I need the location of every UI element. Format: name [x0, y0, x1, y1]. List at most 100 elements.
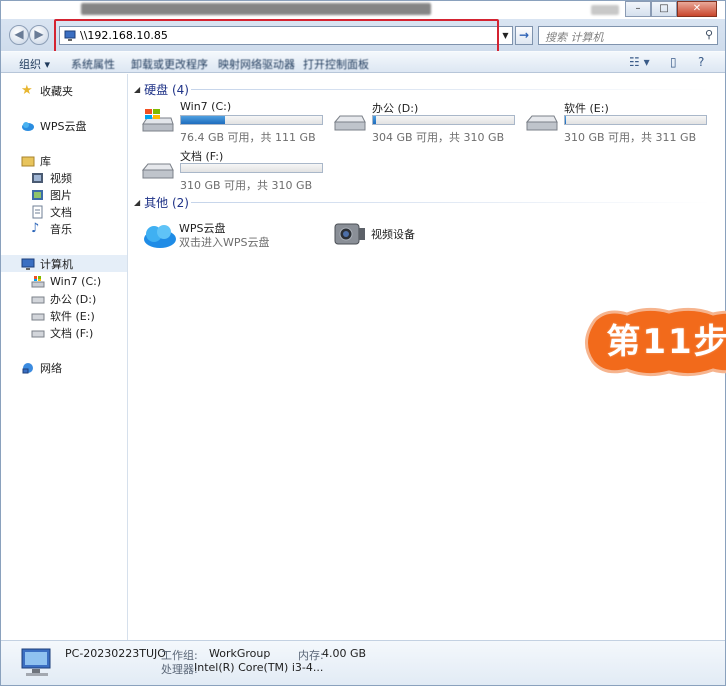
details-pane: PC-20230223TUJO 工作组: WorkGroup 内存: 4.00 … — [1, 640, 725, 685]
drive-name: 文档 (F:) — [180, 150, 224, 163]
system-drive-icon — [142, 109, 174, 132]
group-title: 硬盘 (4) — [144, 83, 189, 97]
search-icon[interactable]: ⚲ — [705, 28, 713, 41]
sidebar-item-label: 计算机 — [40, 257, 73, 271]
group-divider — [191, 202, 711, 203]
document-library-icon — [31, 205, 45, 219]
sidebar-item-drive-f[interactable]: 文档 (F:) — [31, 324, 93, 341]
sidebar-item-computer[interactable]: 计算机 — [1, 255, 127, 272]
search-placeholder: 搜索 计算机 — [545, 31, 604, 44]
drive-free-space: 310 GB 可用，共 310 GB — [180, 179, 313, 192]
sidebar-item-label: 文档 (F:) — [50, 326, 94, 340]
close-button[interactable]: ✕ — [677, 1, 717, 17]
system-properties-button[interactable]: 系统属性 — [71, 56, 115, 72]
collapse-triangle-icon[interactable]: ◢ — [134, 85, 140, 94]
hard-drive-icon — [31, 326, 45, 340]
drive-free-space: 310 GB 可用，共 311 GB — [564, 131, 697, 144]
sidebar-item-music[interactable]: ♪ 音乐 — [31, 220, 72, 237]
sidebar-item-drive-c[interactable]: Win7 (C:) — [31, 273, 101, 290]
other-header[interactable]: ◢ 其他 (2) — [134, 194, 189, 211]
sidebar-item-videos[interactable]: 视频 — [31, 169, 72, 186]
drive-usage-bar — [180, 163, 323, 173]
sidebar-item-label: 办公 (D:) — [50, 292, 97, 306]
sidebar-item-label: WPS云盘 — [40, 119, 87, 133]
minimize-button[interactable]: – — [625, 1, 651, 17]
search-input[interactable]: 搜索 计算机 ⚲ — [538, 26, 718, 45]
video-library-icon — [31, 171, 45, 185]
cpu-value: Intel(R) Core(TM) i3-4... — [194, 661, 324, 674]
sidebar-item-label: 视频 — [50, 171, 72, 185]
drive-usage-fill — [373, 116, 376, 124]
address-bar[interactable]: \\192.168.10.85 ▼ — [59, 26, 513, 45]
cloud-icon — [21, 119, 35, 133]
drive-tile-c[interactable]: Win7 (C:) 76.4 GB 可用，共 111 GB — [141, 100, 331, 144]
drive-usage-bar — [372, 115, 515, 125]
computer-icon — [21, 257, 35, 271]
hard-drive-icon — [31, 292, 45, 306]
control-panel-button[interactable]: 打开控制面板 — [303, 56, 369, 72]
drive-tile-d[interactable]: 办公 (D:) 304 GB 可用，共 310 GB — [333, 100, 523, 144]
cpu-label: 处理器: — [161, 663, 198, 676]
sidebar-item-label: 文档 — [50, 205, 72, 219]
hard-disks-header[interactable]: ◢ 硬盘 (4) — [134, 81, 189, 98]
sidebar-item-label: 库 — [40, 154, 51, 168]
video-device-item[interactable]: 视频设备 — [333, 218, 453, 254]
drive-name: 软件 (E:) — [564, 102, 609, 115]
forward-button[interactable]: ▶ — [29, 25, 49, 45]
drive-free-space: 304 GB 可用，共 310 GB — [372, 131, 505, 144]
sidebar-item-drive-d[interactable]: 办公 (D:) — [31, 290, 96, 307]
workgroup-value: WorkGroup — [209, 647, 271, 660]
sidebar-item-network[interactable]: 网络 — [21, 359, 62, 376]
cloud-icon — [144, 225, 176, 248]
sidebar-item-label: 收藏夹 — [40, 84, 73, 98]
step-label: 第11步 — [606, 322, 726, 362]
uninstall-button[interactable]: 卸载或更改程序 — [131, 56, 208, 72]
view-options-icon[interactable]: ☷ ▾ — [629, 55, 650, 69]
drive-usage-fill — [181, 116, 225, 124]
item-description: 双击进入WPS云盘 — [179, 236, 270, 249]
network-computer-icon — [64, 30, 76, 41]
sidebar-item-favorites[interactable]: ★ 收藏夹 — [21, 82, 73, 99]
command-toolbar: 组织 ▾ 系统属性 卸载或更改程序 映射网络驱动器 打开控制面板 ☷ ▾ ▯ ? — [1, 51, 725, 73]
navigation-pane: ★ 收藏夹 WPS云盘 库 视频 图片 文档 ♪ 音乐 计算机 Win7 (C:… — [1, 74, 128, 640]
drive-tile-e[interactable]: 软件 (E:) 310 GB 可用，共 311 GB — [525, 100, 715, 144]
drive-name: Win7 (C:) — [180, 100, 232, 113]
hard-drive-icon — [141, 163, 174, 179]
sidebar-item-documents[interactable]: 文档 — [31, 203, 72, 220]
sidebar-item-pictures[interactable]: 图片 — [31, 186, 72, 203]
collapse-triangle-icon[interactable]: ◢ — [134, 198, 140, 207]
organize-button[interactable]: 组织 ▾ — [19, 56, 50, 72]
star-icon: ★ — [21, 82, 33, 98]
drive-tile-f[interactable]: 文档 (F:) 310 GB 可用，共 310 GB — [141, 148, 331, 192]
address-path[interactable]: \\192.168.10.85 — [80, 29, 168, 42]
maximize-button[interactable]: □ — [651, 1, 677, 17]
library-icon — [21, 154, 35, 168]
content-pane: ◢ 硬盘 (4) Win7 (C:) 76.4 GB 可用，共 111 GB 办… — [129, 74, 726, 640]
blurred-item — [591, 5, 619, 15]
step-badge: 第11步 — [577, 306, 726, 378]
memory-value: 4.00 GB — [322, 647, 367, 660]
sidebar-item-wps-cloud[interactable]: WPS云盘 — [21, 117, 87, 134]
back-button[interactable]: ◀ — [9, 25, 29, 45]
window-controls: – □ ✕ — [625, 1, 717, 17]
group-divider — [191, 89, 711, 90]
sidebar-item-drive-e[interactable]: 软件 (E:) — [31, 307, 95, 324]
go-button[interactable]: → — [515, 26, 533, 45]
drive-usage-fill — [565, 116, 566, 124]
sidebar-item-label: 图片 — [50, 188, 72, 202]
title-strip: – □ ✕ — [1, 1, 725, 19]
preview-pane-icon[interactable]: ▯ — [670, 55, 677, 69]
help-icon[interactable]: ? — [698, 55, 704, 69]
camcorder-icon — [334, 223, 365, 245]
address-dropdown-icon[interactable]: ▼ — [498, 27, 512, 44]
hard-drive-icon — [31, 309, 45, 323]
system-drive-icon — [31, 275, 45, 289]
wps-cloud-item[interactable]: WPS云盘 双击进入WPS云盘 — [141, 218, 311, 254]
blurred-title — [81, 3, 431, 15]
explorer-window: – □ ✕ ◀ ▶ \\192.168.10.85 ▼ → 搜索 计算机 ⚲ 组… — [0, 0, 726, 686]
item-name: 视频设备 — [371, 228, 415, 241]
sidebar-item-label: 网络 — [40, 361, 62, 375]
music-note-icon: ♪ — [31, 220, 40, 236]
map-drive-button[interactable]: 映射网络驱动器 — [218, 56, 295, 72]
sidebar-item-library[interactable]: 库 — [21, 152, 51, 169]
